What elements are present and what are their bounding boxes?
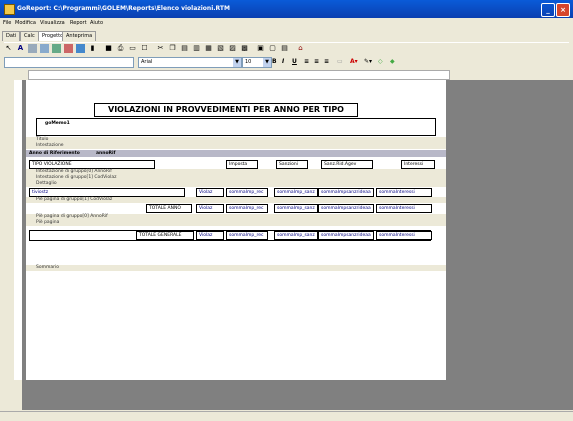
report-title-box[interactable]: VIOLAZIONI IN PROVVEDIMENTI PER ANNO PER… [94, 103, 358, 117]
tab-bar: Dati Calc Progetto Anteprima [0, 30, 573, 42]
anno-label: Anno di Riferimento [29, 151, 80, 156]
italic-button[interactable]: I [282, 58, 284, 65]
band-intestazione[interactable]: Intestazione [26, 143, 446, 149]
band-page-footer[interactable]: Piè pagina [26, 220, 446, 226]
copy-icon[interactable]: ❐ [168, 44, 177, 53]
detail-field[interactable]: tiviostz [29, 188, 185, 197]
ta-interessi[interactable]: sommaInteressi [376, 204, 432, 213]
chevron-down-icon: ▼ [233, 58, 241, 67]
font-size-value: 10 [245, 59, 252, 65]
detail-sanz-rid[interactable]: sommaImpsanzrideaa [318, 188, 374, 197]
header-tipo[interactable]: TIPO VIOLAZIONE [29, 160, 155, 169]
detail-violaz[interactable]: Violaz [196, 188, 224, 197]
chevron-down-icon: ▼ [263, 58, 271, 67]
minimize-button[interactable]: _ [541, 3, 555, 17]
totale-generale-label[interactable]: TOTALE GENERALE [136, 231, 194, 240]
anno-row: Anno di Riferimento annoRif [26, 150, 446, 157]
frame-icon[interactable]: ◇ [378, 58, 383, 65]
menu-visualizza[interactable]: Visualizza [40, 20, 65, 26]
align-right-icon[interactable]: ≡ [324, 58, 329, 65]
cut-icon[interactable]: ✂ [156, 44, 165, 53]
menu-modifica[interactable]: Modifica [15, 20, 36, 26]
shadow-icon[interactable]: ◆ [390, 58, 395, 65]
anno-field[interactable]: annoRif [96, 151, 116, 156]
align-left-icon[interactable]: ≡ [304, 58, 309, 65]
line-tool-icon[interactable] [76, 44, 85, 53]
window-title: GoReport: C:\Programmi\GOLEM\Reports\Ele… [17, 5, 230, 12]
band-dettaglio[interactable]: Dettaglio [26, 181, 446, 187]
label-tool-icon[interactable]: A [16, 44, 25, 53]
bring-front-icon[interactable]: ▣ [256, 44, 265, 53]
header-sanz-rid[interactable]: Sanz.Rid.Agev [321, 160, 373, 169]
image-tool-icon[interactable] [52, 44, 61, 53]
title-bar: GoReport: C:\Programmi\GOLEM\Reports\Ele… [0, 0, 573, 18]
detail-interessi[interactable]: sommaInteressi [376, 188, 432, 197]
align-icon[interactable]: ▥ [192, 44, 201, 53]
barcode-tool-icon[interactable]: ▮ [88, 44, 97, 53]
object-name-input[interactable] [4, 57, 134, 68]
justify-icon[interactable]: ▭ [337, 58, 343, 65]
tg-sanz-rid[interactable]: sommaImpsanzrideaa [318, 231, 374, 240]
report-title: VIOLAZIONI IN PROVVEDIMENTI PER ANNO PER… [108, 105, 344, 114]
save-icon[interactable]: ■ [104, 44, 113, 53]
align-center-icon[interactable]: ≡ [314, 58, 319, 65]
paste-icon[interactable]: ▤ [180, 44, 189, 53]
fit-icon[interactable]: ▤ [280, 44, 289, 53]
grid-icon[interactable]: ▩ [240, 44, 249, 53]
tg-interessi[interactable]: sommaInteressi [376, 231, 432, 240]
memo-tool-icon[interactable] [28, 44, 37, 53]
menu-report[interactable]: Report [70, 20, 87, 26]
band-sommario[interactable]: Sommario [26, 265, 446, 271]
header-interessi[interactable]: Interessi [401, 160, 435, 169]
ta-imp-sanz[interactable]: sommaImp_sanz [274, 204, 318, 213]
detail-imp-rec[interactable]: sommaImp_rec [226, 188, 268, 197]
header-sanzioni[interactable]: Sanzioni [276, 160, 308, 169]
memo-field: goMemo1 [45, 121, 70, 126]
app-icon [4, 4, 15, 15]
tab-dati[interactable]: Dati [2, 31, 21, 41]
order-icon[interactable]: ▧ [216, 44, 225, 53]
ta-imp-rec[interactable]: sommaImp_rec [226, 204, 268, 213]
format-bar: Arial ▼ 10 ▼ B I U ≡ ≡ ≡ ▭ A▾ ✎▾ ◇ ◆ [4, 55, 569, 69]
preview-icon[interactable]: ▭ [128, 44, 137, 53]
bold-button[interactable]: B [272, 58, 277, 65]
header-imposta[interactable]: Imposta [226, 160, 258, 169]
tab-calc[interactable]: Calc [20, 31, 39, 41]
band-icon[interactable]: ▨ [228, 44, 237, 53]
send-back-icon[interactable]: ▢ [268, 44, 277, 53]
group-icon[interactable]: ▦ [204, 44, 213, 53]
menu-file[interactable]: File [3, 20, 11, 26]
print-icon[interactable]: ⎙ [116, 44, 125, 53]
menu-bar: File Modifica Visualizza Report Aiuto [0, 18, 573, 28]
font-size-select[interactable]: 10 ▼ [242, 57, 272, 68]
ta-violaz[interactable]: Violaz [196, 204, 224, 213]
fill-color-icon[interactable]: ✎▾ [364, 58, 372, 65]
design-workspace: VIOLAZIONI IN PROVVEDIMENTI PER ANNO PER… [22, 80, 573, 410]
tg-imp-sanz[interactable]: sommaImp_sanz [274, 231, 318, 240]
field-tool-icon[interactable] [40, 44, 49, 53]
font-select-value: Arial [141, 59, 153, 65]
font-color-icon[interactable]: A▾ [350, 58, 358, 65]
totale-anno-label[interactable]: TOTALE ANNO [146, 204, 192, 213]
home-icon[interactable]: ⌂ [296, 44, 305, 53]
horizontal-ruler [28, 70, 450, 80]
properties-icon[interactable]: ☐ [140, 44, 149, 53]
close-button[interactable]: × [556, 3, 570, 17]
shape-tool-icon[interactable] [64, 44, 73, 53]
select-tool-icon[interactable]: ↖ [4, 44, 13, 53]
detail-imp-sanz[interactable]: sommaImp_sanz [274, 188, 318, 197]
tg-violaz[interactable]: Violaz [196, 231, 224, 240]
toolbar: ↖ A ▮ ■ ⎙ ▭ ☐ ✂ ❐ ▤ ▥ ▦ ▧ ▨ ▩ ▣ ▢ ▤ ⌂ [4, 42, 569, 55]
tg-imp-rec[interactable]: sommaImp_rec [226, 231, 268, 240]
report-page: VIOLAZIONI IN PROVVEDIMENTI PER ANNO PER… [26, 80, 446, 380]
menu-aiuto[interactable]: Aiuto [90, 20, 103, 26]
band-group1-footer[interactable]: Piè pagina di gruppo[1] CodViolaz [26, 197, 446, 203]
font-select[interactable]: Arial ▼ [138, 57, 242, 68]
tab-anteprima[interactable]: Anteprima [62, 31, 97, 41]
ta-sanz-rid[interactable]: sommaImpsanzrideaa [318, 204, 374, 213]
underline-button[interactable]: U [292, 58, 297, 65]
memo-box[interactable]: goMemo1 [36, 118, 436, 136]
